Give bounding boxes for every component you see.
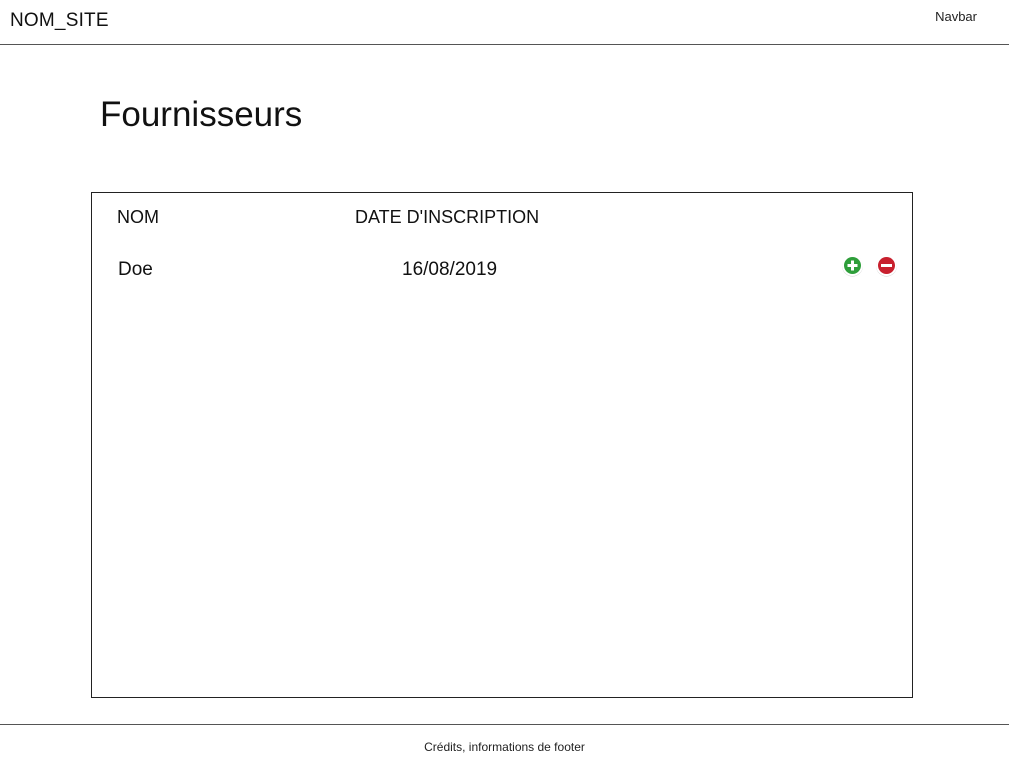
cell-nom: Doe	[118, 259, 153, 280]
navbar-link[interactable]: Navbar	[935, 9, 977, 24]
minus-circle-icon	[876, 255, 897, 277]
column-header-date-inscription: DATE D'INSCRIPTION	[355, 207, 540, 227]
suppliers-table: NOM DATE D'INSCRIPTION Doe 16/08/2019	[91, 192, 913, 698]
page-title: Fournisseurs	[100, 95, 303, 134]
page: NOM_SITE Navbar Fournisseurs NOM DATE D'…	[0, 0, 1009, 759]
column-header-nom: NOM	[117, 207, 159, 227]
header: NOM_SITE Navbar	[0, 0, 1009, 45]
site-name[interactable]: NOM_SITE	[10, 10, 109, 32]
remove-button[interactable]	[875, 254, 898, 277]
footer-text: Crédits, informations de footer	[424, 740, 585, 754]
plus-circle-icon	[842, 255, 863, 277]
cell-date-inscription: 16/08/2019	[402, 259, 498, 280]
add-button[interactable]	[841, 254, 864, 277]
footer: Crédits, informations de footer	[0, 724, 1009, 759]
